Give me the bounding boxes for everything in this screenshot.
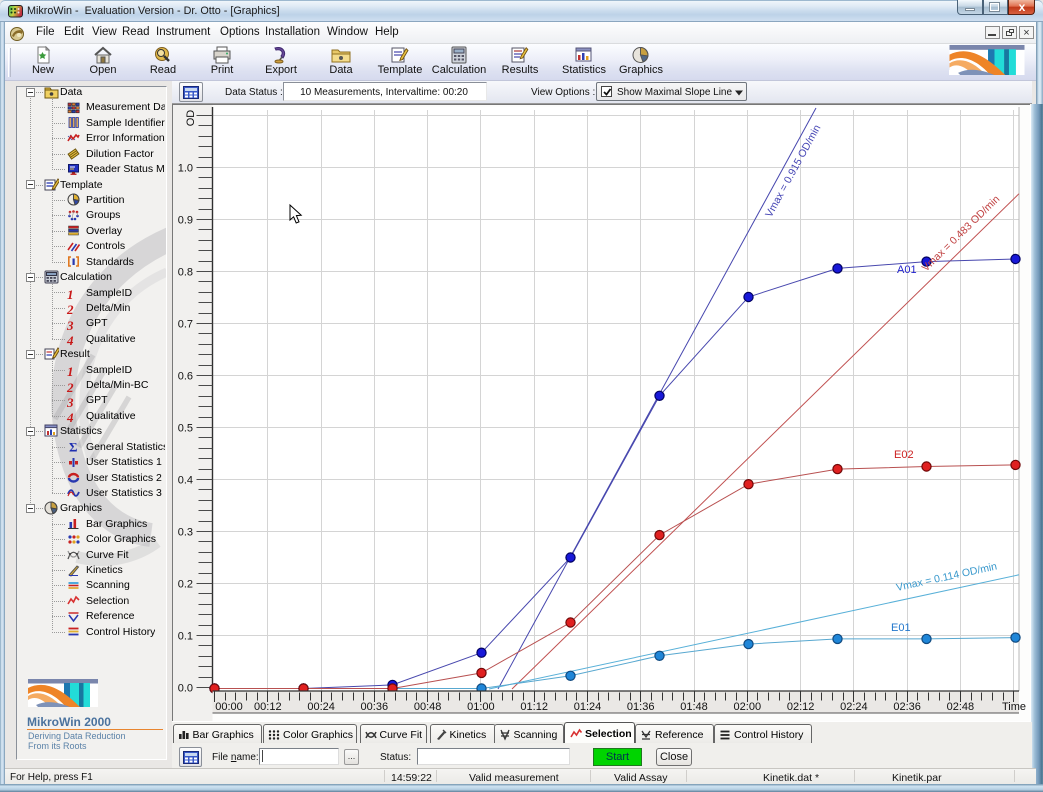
svg-text:0.0: 0.0 (178, 683, 193, 695)
svg-text:E01: E01 (891, 622, 911, 634)
svg-text:1.0: 1.0 (178, 163, 193, 175)
svg-text:0.5: 0.5 (178, 423, 193, 435)
svg-text:0.6: 0.6 (178, 371, 193, 383)
svg-text:01:24: 01:24 (574, 701, 602, 713)
svg-text:01:00: 01:00 (467, 701, 495, 713)
svg-text:02:12: 02:12 (787, 701, 815, 713)
svg-text:0.9: 0.9 (178, 215, 193, 227)
svg-text:0.4: 0.4 (178, 475, 193, 487)
svg-text:0.3: 0.3 (178, 527, 193, 539)
svg-text:Time: Time (1002, 701, 1026, 713)
svg-text:00:48: 00:48 (414, 701, 442, 713)
svg-text:OD: OD (185, 110, 197, 127)
svg-text:00:00: 00:00 (215, 701, 243, 713)
svg-text:00:24: 00:24 (307, 701, 335, 713)
svg-text:E02: E02 (894, 449, 914, 461)
svg-text:0.7: 0.7 (178, 319, 193, 331)
svg-text:01:12: 01:12 (520, 701, 548, 713)
svg-text:0.1: 0.1 (178, 631, 193, 643)
svg-text:01:36: 01:36 (627, 701, 655, 713)
svg-text:02:00: 02:00 (734, 701, 762, 713)
svg-text:02:36: 02:36 (893, 701, 921, 713)
svg-text:Σ: Σ (69, 440, 78, 453)
svg-text:01:48: 01:48 (680, 701, 708, 713)
svg-text:0.8: 0.8 (178, 267, 193, 279)
svg-text:00:36: 00:36 (361, 701, 389, 713)
svg-text:00:12: 00:12 (254, 701, 282, 713)
svg-text:02:24: 02:24 (840, 701, 868, 713)
svg-text:0.2: 0.2 (178, 579, 193, 591)
svg-text:02:48: 02:48 (947, 701, 975, 713)
svg-text:A01: A01 (897, 264, 917, 276)
